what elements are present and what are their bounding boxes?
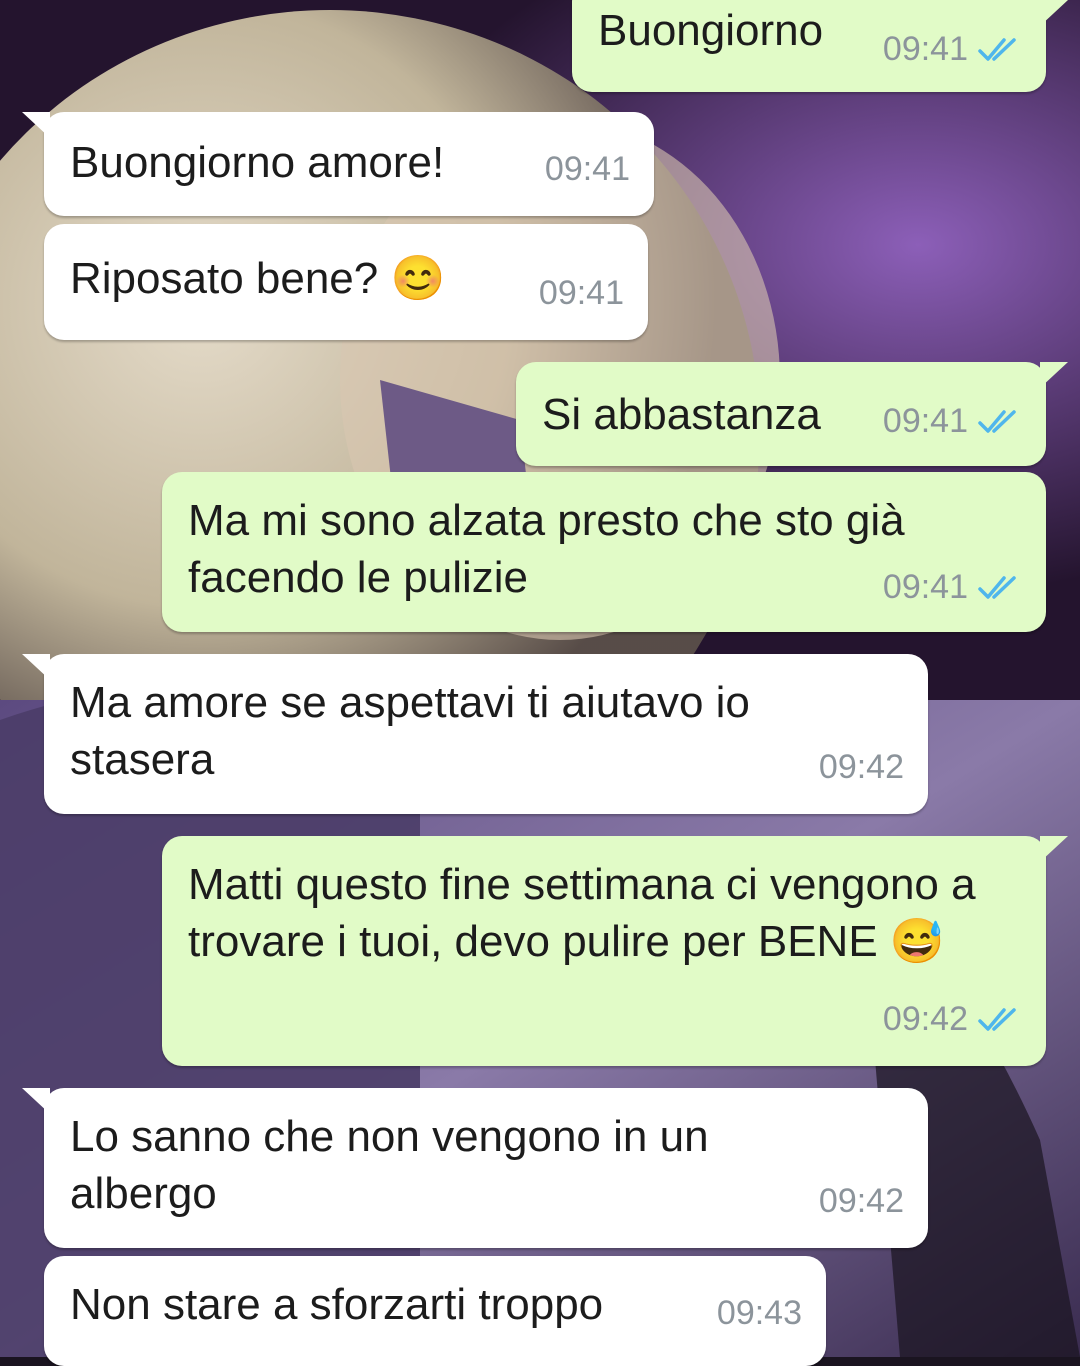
message-meta: 09:42 xyxy=(819,1173,904,1230)
bubble-tail xyxy=(22,654,50,680)
message-meta: 09:42 xyxy=(819,739,904,796)
message-meta: 09:41 xyxy=(883,393,1022,450)
message-time: 09:41 xyxy=(538,274,624,312)
message-text: Buongiorno xyxy=(598,6,824,55)
message-text: Buongiorno amore! xyxy=(70,138,445,187)
message-text: Non stare a sforzarti troppo xyxy=(70,1280,604,1329)
bubble-tail xyxy=(22,112,50,138)
message-meta: 09:41 xyxy=(545,141,630,198)
message-text: Si abbastanza xyxy=(542,390,821,439)
message-bubble-incoming[interactable]: Ma amore se aspettavi ti aiutavo io stas… xyxy=(22,654,928,814)
message-text: Riposato bene? 😊 xyxy=(70,254,446,303)
read-receipt-icon xyxy=(978,575,1016,599)
message-bubble-incoming[interactable]: Riposato bene? 😊 09:41 xyxy=(44,224,648,340)
read-receipt-icon xyxy=(978,409,1016,433)
message-time: 09:41 xyxy=(882,402,968,440)
message-text: Ma amore se aspettavi ti aiutavo io stas… xyxy=(70,678,750,784)
bubble-tail xyxy=(1040,0,1068,26)
message-time: 09:43 xyxy=(716,1294,802,1332)
message-meta: 09:41 xyxy=(539,265,624,322)
message-meta: 09:41 xyxy=(883,559,1022,616)
read-receipt-icon xyxy=(978,37,1016,61)
message-time: 09:41 xyxy=(882,568,968,606)
message-bubble-incoming[interactable]: Lo sanno che non vengono in un albergo 0… xyxy=(22,1088,928,1248)
read-receipt-icon xyxy=(978,1007,1016,1031)
message-meta: 09:41 xyxy=(883,21,1022,78)
message-bubble-incoming[interactable]: Buongiorno amore! 09:41 xyxy=(22,112,654,216)
message-meta: 09:43 xyxy=(717,1285,802,1342)
bubble-tail xyxy=(22,1088,50,1114)
bubble-tail xyxy=(1040,362,1068,388)
message-bubble-outgoing[interactable]: Buongiorno 09:41 xyxy=(572,0,1068,92)
message-time: 09:42 xyxy=(882,1000,968,1038)
message-meta: 09:42 xyxy=(883,991,1022,1048)
message-text: Matti questo fine settimana ci vengono a… xyxy=(188,860,976,966)
message-time: 09:42 xyxy=(818,1182,904,1220)
message-bubble-outgoing[interactable]: Matti questo fine settimana ci vengono a… xyxy=(162,836,1068,1066)
message-text: Lo sanno che non vengono in un albergo xyxy=(70,1112,709,1218)
message-time: 09:42 xyxy=(818,748,904,786)
message-bubble-outgoing[interactable]: Si abbastanza 09:41 xyxy=(516,362,1068,466)
message-bubble-incoming[interactable]: Non stare a sforzarti troppo 09:43 xyxy=(44,1256,826,1366)
message-time: 09:41 xyxy=(882,30,968,68)
bubble-tail xyxy=(1040,836,1068,862)
message-time: 09:41 xyxy=(544,150,630,188)
message-bubble-outgoing[interactable]: Ma mi sono alzata presto che sto già fac… xyxy=(162,472,1046,632)
